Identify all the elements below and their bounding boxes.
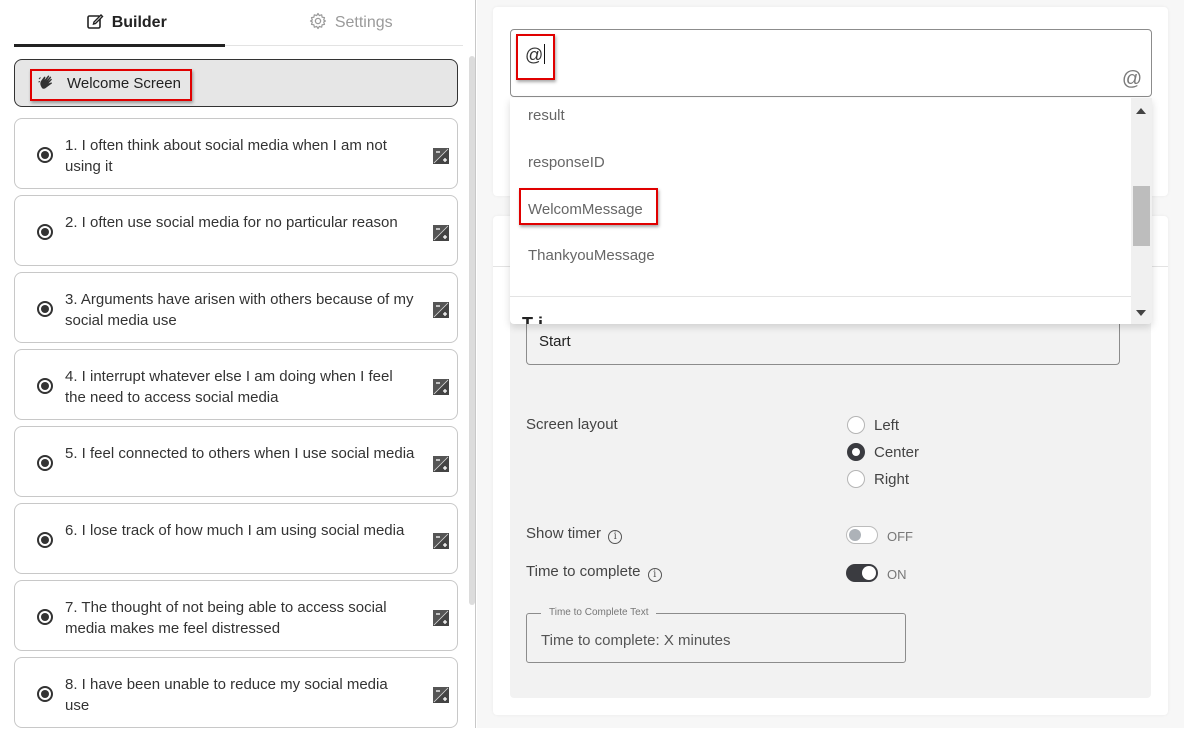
edit-icon [86, 12, 104, 35]
highlight-box [30, 69, 192, 101]
add-image-icon[interactable] [433, 456, 449, 472]
tab-settings-label: Settings [334, 14, 393, 31]
question-item[interactable]: 1. I often think about social media when… [14, 118, 458, 189]
dropdown-option[interactable]: ThankyouMessage [528, 247, 655, 264]
add-image-icon[interactable] [433, 379, 449, 395]
time-to-complete-state: ON [887, 567, 907, 582]
message-input-value: @ [525, 44, 546, 65]
add-image-icon[interactable] [433, 302, 449, 318]
question-text: 3. Arguments have arisen with others bec… [65, 291, 414, 329]
time-to-complete-text-field[interactable]: Time to Complete Text Time to complete: … [526, 607, 906, 663]
layout-option-right[interactable]: Right [847, 470, 909, 488]
layout-option-label: Right [874, 470, 910, 488]
question-text: 8. I have been unable to reduce my socia… [65, 676, 388, 714]
question-item[interactable]: 3. Arguments have arisen with others bec… [14, 272, 458, 343]
dropdown-scrollbar[interactable] [1131, 98, 1152, 324]
radio-question-icon [37, 609, 53, 625]
add-image-icon[interactable] [433, 148, 449, 164]
radio-question-icon [37, 224, 53, 240]
time-to-complete-label: Time to complete i [526, 563, 662, 582]
scroll-up-arrow-icon[interactable] [1136, 108, 1146, 114]
scrollbar-thumb[interactable] [1133, 186, 1150, 246]
screen-layout-label: Screen layout [526, 416, 618, 433]
builder-panel: Builder Settings Welcome Screen 1. I oft… [0, 0, 476, 728]
toggle-knob [849, 529, 861, 541]
tab-settings[interactable]: Settings [239, 0, 464, 46]
add-image-icon[interactable] [433, 533, 449, 549]
welcome-screen-item[interactable]: Welcome Screen [14, 59, 458, 107]
dropdown-option[interactable]: responseID [528, 154, 605, 171]
radio-question-icon [37, 378, 53, 394]
question-text: 7. The thought of not being able to acce… [65, 599, 387, 637]
radio-question-icon [37, 455, 53, 471]
left-scrollbar[interactable] [469, 56, 475, 605]
radio-unselected-icon [847, 416, 865, 434]
info-icon[interactable]: i [647, 568, 662, 582]
info-icon[interactable]: i [608, 530, 623, 544]
radio-question-icon [37, 686, 53, 702]
button-text-input[interactable]: Start [526, 324, 1120, 365]
layout-option-center[interactable]: Center [847, 443, 919, 461]
radio-unselected-icon [847, 470, 865, 488]
layout-option-label: Left [874, 416, 900, 434]
time-to-complete-toggle[interactable] [846, 564, 878, 582]
dropdown-partial-heading: T i [522, 314, 543, 324]
show-timer-state: OFF [887, 529, 913, 544]
active-tab-indicator [14, 44, 225, 47]
toggle-knob [862, 566, 876, 580]
question-item[interactable]: 7. The thought of not being able to acce… [14, 580, 458, 651]
question-item[interactable]: 8. I have been unable to reduce my socia… [14, 657, 458, 728]
add-image-icon[interactable] [433, 687, 449, 703]
question-item[interactable]: 5. I feel connected to others when I use… [14, 426, 458, 497]
field-value: Time to complete: X minutes [541, 632, 731, 649]
question-text: 4. I interrupt whatever else I am doing … [65, 368, 393, 406]
radio-question-icon [37, 532, 53, 548]
layout-option-left[interactable]: Left [847, 416, 899, 434]
tab-builder[interactable]: Builder [14, 0, 239, 46]
scroll-down-arrow-icon[interactable] [1136, 310, 1146, 316]
dropdown-divider [510, 296, 1131, 297]
show-timer-toggle[interactable] [846, 526, 878, 544]
screen-list: Welcome Screen 1. I often think about so… [14, 59, 458, 734]
message-input[interactable]: @ @ [510, 29, 1152, 97]
field-legend: Time to Complete Text [541, 607, 657, 618]
mention-at-icon[interactable]: @ [1121, 68, 1143, 90]
gear-icon [309, 12, 327, 35]
question-text: 6. I lose track of how much I am using s… [65, 522, 405, 539]
add-image-icon[interactable] [433, 610, 449, 626]
tab-bar: Builder Settings [14, 0, 464, 47]
properties-panel: @ @ result responseID WelcomMessage Than… [477, 0, 1184, 728]
mention-dropdown: result responseID WelcomMessage Thankyou… [510, 98, 1152, 324]
button-text-value: Start [539, 333, 571, 350]
add-image-icon[interactable] [433, 225, 449, 241]
question-item[interactable]: 6. I lose track of how much I am using s… [14, 503, 458, 574]
tab-builder-label: Builder [111, 14, 167, 31]
text-caret [544, 44, 546, 64]
question-text: 1. I often think about social media when… [65, 137, 387, 175]
question-item[interactable]: 2. I often use social media for no parti… [14, 195, 458, 266]
dropdown-option[interactable]: result [528, 107, 565, 124]
layout-option-label: Center [874, 443, 920, 461]
radio-question-icon [37, 147, 53, 163]
question-text: 5. I feel connected to others when I use… [65, 445, 415, 462]
show-timer-label: Show timer i [526, 525, 623, 544]
dropdown-option-selected[interactable]: WelcomMessage [528, 201, 643, 218]
radio-question-icon [37, 301, 53, 317]
question-item[interactable]: 4. I interrupt whatever else I am doing … [14, 349, 458, 420]
question-text: 2. I often use social media for no parti… [65, 214, 398, 231]
radio-selected-icon [847, 443, 865, 461]
